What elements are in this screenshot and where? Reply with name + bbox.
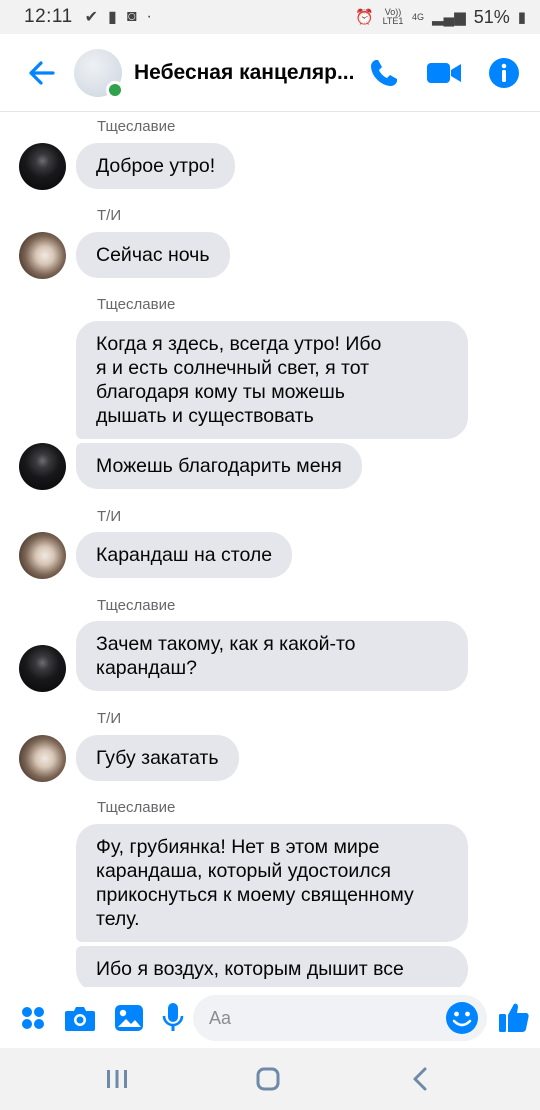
alarm-icon: ⏰ xyxy=(355,9,374,26)
avatar[interactable] xyxy=(19,143,66,190)
message-bubble[interactable]: Сейчас ночь xyxy=(76,232,230,278)
back-icon xyxy=(413,1067,427,1091)
sender-name: Тщеславие xyxy=(97,296,176,313)
message-input-placeholder: Aa xyxy=(209,1008,232,1028)
message-bubble[interactable]: Губу закатать xyxy=(76,735,239,781)
network-type-label: 4G xyxy=(411,11,424,22)
menu-dots-icon xyxy=(22,1007,44,1029)
sender-name: Тщеславие xyxy=(97,799,176,816)
message-bubble[interactable]: Можешь благодарить меня xyxy=(76,443,362,489)
recent-apps-button[interactable] xyxy=(100,1062,134,1096)
avatar[interactable] xyxy=(19,232,66,279)
sender-name: Т/И xyxy=(97,207,122,224)
message-bubble[interactable]: Ибо я воздух, которым дышит все xyxy=(76,946,468,987)
phone-icon xyxy=(371,59,397,86)
notification-icon: ▮ xyxy=(108,9,117,26)
microphone-icon xyxy=(162,1003,184,1031)
screenshot-icon: ◙ xyxy=(126,8,137,25)
back-button[interactable] xyxy=(24,55,60,91)
video-call-button[interactable] xyxy=(422,51,466,95)
status-time: 12:11 xyxy=(24,6,73,27)
sender-name: Т/И xyxy=(97,508,122,525)
online-indicator xyxy=(106,80,124,99)
message-bubble[interactable]: Фу, грубиянка! Нет в этом мире карандаша… xyxy=(76,824,468,942)
gallery-icon xyxy=(115,1005,143,1031)
sender-name: Тщеславие xyxy=(97,597,176,614)
avatar[interactable] xyxy=(19,532,66,579)
info-icon xyxy=(489,57,519,88)
call-button[interactable] xyxy=(362,51,406,95)
arrow-left-icon xyxy=(29,60,55,85)
message-bubble[interactable]: Доброе утро! xyxy=(76,143,236,189)
recent-apps-icon xyxy=(107,1070,127,1088)
like-button[interactable] xyxy=(497,1000,531,1034)
gallery-button[interactable] xyxy=(113,1002,145,1034)
camera-icon xyxy=(65,1007,95,1031)
emoji-icon xyxy=(446,1002,478,1034)
battery-icon: ▮ xyxy=(517,9,526,26)
signal-icon: ▂▄▆ xyxy=(432,9,466,26)
video-camera-icon xyxy=(427,62,461,83)
chat-avatar[interactable] xyxy=(74,48,124,99)
battery-percent: 51% xyxy=(473,6,510,27)
message-thread[interactable]: Тщеславие Доброе утро! Т/И Сейчас ночь Т… xyxy=(0,113,540,987)
status-bar: 12:11 ✔ ▮ ◙ · ⏰ Vo)) LTE1 4G ▂▄▆ 51% ▮ xyxy=(0,0,540,34)
system-nav-bar xyxy=(0,1048,540,1110)
dot-icon: · xyxy=(146,8,152,25)
home-button[interactable] xyxy=(251,1062,285,1096)
status-left-icons: ✔ ▮ ◙ · xyxy=(85,7,152,27)
volte-label: Vo)) LTE1 xyxy=(382,7,404,26)
sender-name: Тщеславие xyxy=(97,118,176,135)
message-bubble[interactable]: Зачем такому, как я какой-то карандаш? xyxy=(76,621,468,691)
check-icon: ✔ xyxy=(84,9,99,26)
more-actions-button[interactable] xyxy=(17,1002,49,1034)
thumbs-up-icon xyxy=(499,1003,529,1032)
home-icon xyxy=(256,1067,280,1091)
avatar[interactable] xyxy=(19,645,66,692)
voice-message-button[interactable] xyxy=(157,1002,189,1034)
status-right-icons: ⏰ Vo)) LTE1 4G ▂▄▆ 51% ▮ xyxy=(355,7,526,28)
info-button[interactable] xyxy=(482,51,526,95)
message-bubble[interactable]: Карандаш на столе xyxy=(76,532,293,578)
chat-title[interactable]: Небесная канцеляр... xyxy=(134,61,362,85)
emoji-button[interactable] xyxy=(445,1001,479,1035)
back-nav-button[interactable] xyxy=(403,1062,437,1096)
avatar[interactable] xyxy=(19,735,66,782)
chat-header: Небесная канцеляр... xyxy=(0,34,540,112)
message-input[interactable]: Aa xyxy=(193,995,487,1041)
avatar[interactable] xyxy=(19,443,66,490)
camera-button[interactable] xyxy=(64,1002,96,1034)
sender-name: Т/И xyxy=(97,710,122,727)
message-bubble[interactable]: Когда я здесь, всегда утро! Ибо я и есть… xyxy=(76,321,468,439)
message-composer: Aa xyxy=(0,988,540,1048)
